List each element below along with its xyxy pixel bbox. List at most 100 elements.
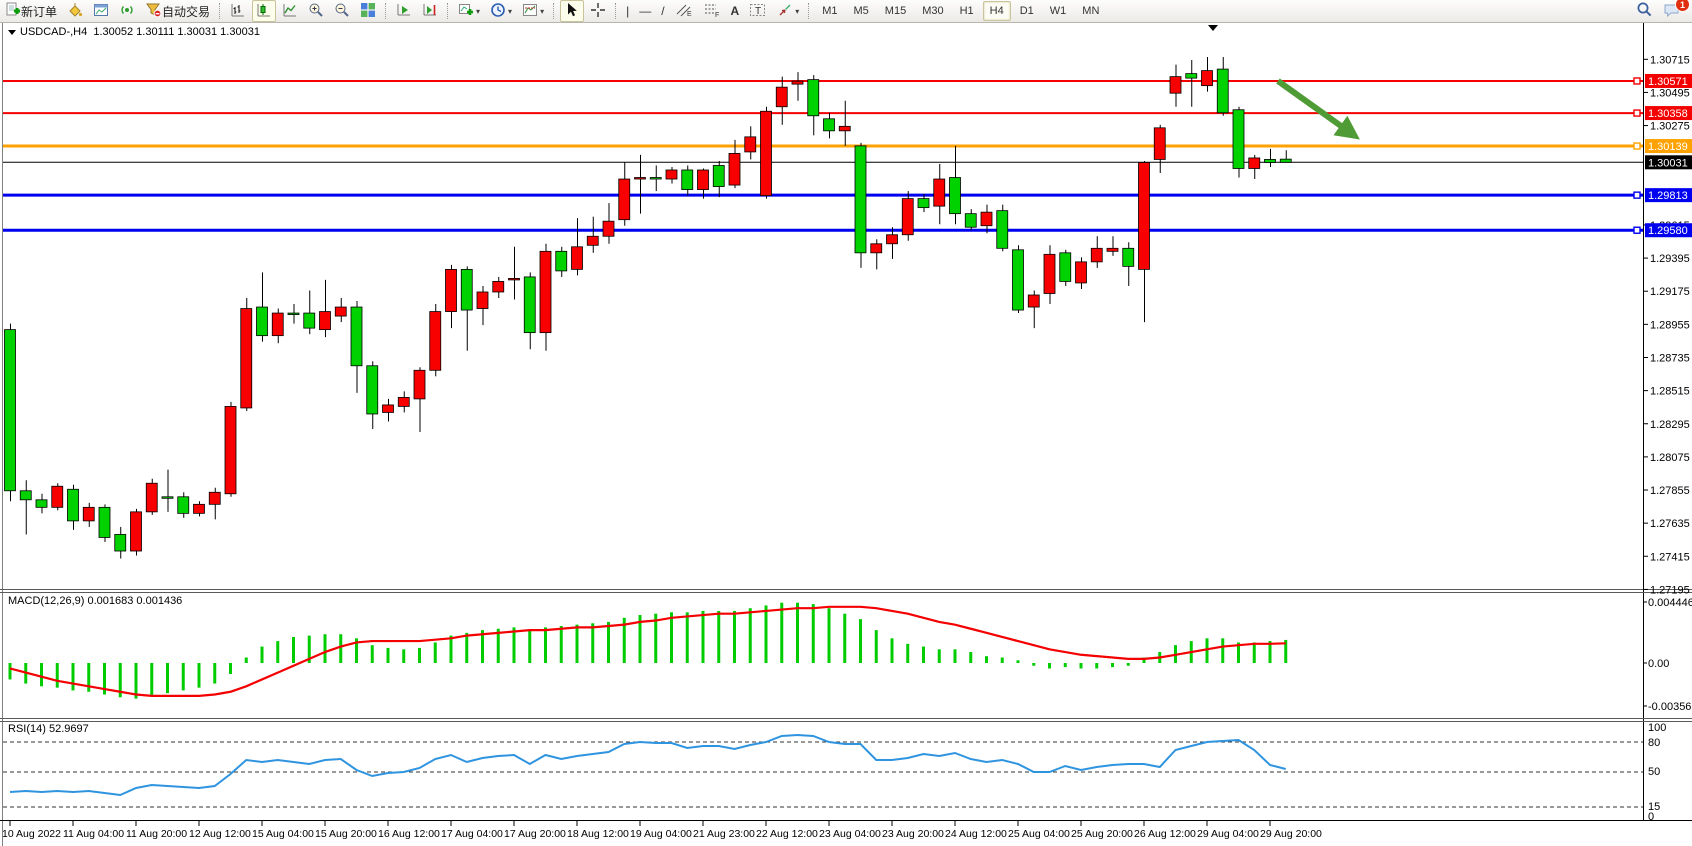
trend-arrow-annotation[interactable] xyxy=(1278,81,1355,136)
auto-trading-button[interactable]: 自动交易 xyxy=(141,0,214,22)
candle-bearish xyxy=(20,491,31,500)
price-tick-label: 1.28075 xyxy=(1650,452,1690,464)
candle-bearish xyxy=(808,80,819,116)
time-axis-label: 29 Aug 04:00 xyxy=(1197,828,1259,840)
tile-windows-button[interactable] xyxy=(356,0,380,22)
text-tool-button[interactable]: A xyxy=(727,0,744,22)
candle-bearish xyxy=(68,489,79,521)
timeframe-button-H1[interactable]: H1 xyxy=(953,1,981,21)
chart-canvas[interactable]: 1.307151.304951.302751.296151.293951.291… xyxy=(0,0,1692,846)
chart-shift-button[interactable] xyxy=(418,0,442,22)
timeframe-button-W1[interactable]: W1 xyxy=(1043,1,1074,21)
hline-handle[interactable] xyxy=(1634,192,1640,198)
hline-handle[interactable] xyxy=(1634,78,1640,84)
candle-bullish xyxy=(1091,248,1102,262)
svg-text:T: T xyxy=(755,6,761,17)
timeframe-button-D1[interactable]: D1 xyxy=(1013,1,1041,21)
zoom-in-icon xyxy=(308,2,324,21)
periods-button[interactable]: ▾ xyxy=(486,0,516,22)
timeframe-button-M30[interactable]: M30 xyxy=(915,1,950,21)
price-tick-label: 1.30715 xyxy=(1650,54,1690,66)
cursor-tool-button[interactable] xyxy=(560,0,584,22)
price-line-badge-text: 1.29580 xyxy=(1648,225,1688,237)
channel-tool-button[interactable]: E xyxy=(671,0,697,22)
candle-bullish xyxy=(1249,158,1260,169)
indicators-button[interactable]: ▾ xyxy=(454,0,484,22)
trendline-tool-button[interactable]: / xyxy=(657,0,668,22)
template-chart-icon xyxy=(522,2,538,21)
zoom-out-button[interactable] xyxy=(330,0,354,22)
price-tick-label: 1.28515 xyxy=(1650,386,1690,398)
signal-icon xyxy=(119,2,135,21)
templates-button[interactable]: ▾ xyxy=(518,0,548,22)
time-axis-label: 29 Aug 20:00 xyxy=(1260,828,1322,840)
candle-bearish xyxy=(1265,159,1276,162)
time-axis-label: 23 Aug 04:00 xyxy=(819,828,881,840)
candle-bullish xyxy=(839,126,850,131)
candle-bullish xyxy=(776,87,787,107)
styler-button[interactable] xyxy=(63,0,87,22)
signals-button[interactable] xyxy=(115,0,139,22)
hline-handle[interactable] xyxy=(1634,143,1640,149)
candle-bullish xyxy=(1107,248,1118,251)
fibonacci-tool-button[interactable]: F xyxy=(699,0,725,22)
candle-bullish xyxy=(666,170,677,179)
timeframe-button-MN[interactable]: MN xyxy=(1075,1,1106,21)
horizontal-line-icon: — xyxy=(639,4,651,18)
candle-bullish xyxy=(761,111,772,195)
arrows-tool-button[interactable]: ▾ xyxy=(773,0,803,22)
bar-chart-mode-button[interactable] xyxy=(226,0,250,22)
line-chart-icon xyxy=(282,2,298,21)
macd-name: MACD(12,26,9) xyxy=(8,595,84,607)
candle-bullish xyxy=(430,312,441,371)
chevron-down-icon: ▾ xyxy=(795,7,799,16)
chart-window-icon xyxy=(93,2,109,21)
timeframe-button-M1[interactable]: M1 xyxy=(815,1,844,21)
crosshair-tool-button[interactable] xyxy=(586,0,610,22)
timeframe-button-M5[interactable]: M5 xyxy=(847,1,876,21)
price-tick-label: 1.28955 xyxy=(1650,319,1690,331)
new-chart-button[interactable] xyxy=(89,0,113,22)
candle-bearish xyxy=(997,211,1008,249)
svg-text:F: F xyxy=(715,12,719,18)
label-tool-button[interactable]: T xyxy=(745,0,771,22)
macd-axis-label: 0.00 xyxy=(1648,658,1669,670)
candlestick-mode-button[interactable] xyxy=(252,0,276,22)
text-label-icon: T xyxy=(749,2,767,21)
price-line-badge-text: 1.30139 xyxy=(1648,141,1688,153)
horizontal-line-tool-button[interactable]: — xyxy=(635,0,655,22)
time-axis-label: 15 Aug 20:00 xyxy=(315,828,377,840)
candle-bearish xyxy=(650,178,661,180)
chart-title[interactable]: USDCAD-,H4 1.30052 1.30111 1.30031 1.300… xyxy=(8,26,260,38)
price-tick-label: 1.27855 xyxy=(1650,485,1690,497)
candle-bearish xyxy=(304,313,315,328)
price-tick-label: 1.28735 xyxy=(1650,352,1690,364)
candle-bullish xyxy=(745,137,756,152)
price-tick-label: 1.30495 xyxy=(1650,87,1690,99)
time-axis-label: 15 Aug 04:00 xyxy=(252,828,314,840)
search-button[interactable] xyxy=(1632,0,1657,22)
candle-bearish xyxy=(713,165,724,186)
timeframe-button-M15[interactable]: M15 xyxy=(878,1,913,21)
vertical-line-tool-button[interactable]: | xyxy=(622,0,633,22)
price-line-badge-text: 1.30571 xyxy=(1648,76,1688,88)
line-chart-mode-button[interactable] xyxy=(278,0,302,22)
equidistant-channel-icon: E xyxy=(675,2,693,21)
auto-scroll-button[interactable] xyxy=(392,0,416,22)
candle-bearish xyxy=(1186,74,1197,79)
tile-windows-icon xyxy=(360,2,376,21)
toolbar-separator xyxy=(447,3,449,19)
candle-bearish xyxy=(5,330,16,491)
timeframe-button-H4[interactable]: H4 xyxy=(983,1,1011,21)
price-line-badge-text: 1.30358 xyxy=(1648,108,1688,120)
hline-handle[interactable] xyxy=(1634,227,1640,233)
new-order-button[interactable]: 新订单 xyxy=(1,0,61,22)
candle-bullish xyxy=(729,153,740,185)
zoom-in-button[interactable] xyxy=(304,0,328,22)
time-axis-label: 21 Aug 23:00 xyxy=(693,828,755,840)
notifications-button[interactable]: 1 xyxy=(1659,0,1685,22)
candle-bullish xyxy=(587,236,598,245)
time-axis-label: 17 Aug 20:00 xyxy=(504,828,566,840)
hline-handle[interactable] xyxy=(1634,110,1640,116)
chevron-down-icon: ▾ xyxy=(508,7,512,16)
